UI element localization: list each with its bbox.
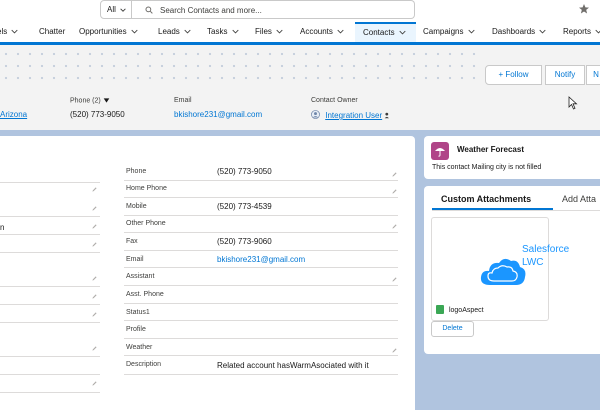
chevron-down-icon[interactable] <box>539 28 546 35</box>
field-label-description: Description <box>126 361 162 368</box>
field-label-mobile: Mobile <box>126 203 147 210</box>
nav-item-models[interactable]: els <box>0 22 19 42</box>
search-icon <box>145 6 153 14</box>
field-label-assistant: Assistant <box>126 273 155 280</box>
field-label-fax: Fax <box>126 238 138 245</box>
field-label-phone: Phone <box>126 168 147 175</box>
user-avatar-icon <box>311 110 320 119</box>
field-value-phone: (520) 773-9050 <box>217 167 272 176</box>
field-value-fax: (520) 773-9060 <box>217 237 272 246</box>
follow-button[interactable]: + Follow <box>485 65 542 85</box>
field-label-asst-phone: Asst. Phone <box>126 291 164 298</box>
field-label-email: Email <box>126 256 144 263</box>
umbrella-icon <box>431 142 449 160</box>
chevron-down-icon[interactable] <box>184 28 191 35</box>
record-details-card: n Phone (520) 773-9050 Home Phone Mobile… <box>0 136 415 410</box>
nav-item-files[interactable]: Files <box>255 22 283 42</box>
chevron-down-icon[interactable] <box>232 28 239 35</box>
chevron-down-icon[interactable] <box>276 28 283 35</box>
field-label-weather: Weather <box>126 344 153 351</box>
edit-pencil-icon[interactable] <box>92 344 97 351</box>
nav-item-opportunities[interactable]: Opportunities <box>79 22 138 42</box>
chevron-down-icon[interactable] <box>11 28 19 35</box>
field-value-description: Related account hasWarmAsociated with it <box>217 361 369 370</box>
mouse-cursor-icon <box>568 96 578 110</box>
highlight-email-value[interactable]: bkishore231@gmail.com <box>174 110 262 119</box>
weather-message: This contact Mailing city is not filled <box>432 164 542 171</box>
plus-icon: + <box>498 70 504 79</box>
nav-item-accounts[interactable]: Accounts <box>300 22 344 42</box>
field-label-profile: Profile <box>126 326 146 333</box>
nav-item-tasks[interactable]: Tasks <box>207 22 239 42</box>
field-label-status1: Status1 <box>126 309 150 316</box>
search-input[interactable] <box>160 3 400 17</box>
left-field-fragment: n <box>0 223 5 232</box>
edit-pencil-icon[interactable] <box>392 187 397 194</box>
nav-item-dashboards[interactable]: Dashboards <box>492 22 546 42</box>
file-type-icon <box>436 305 444 314</box>
file-name[interactable]: logoAspect <box>436 305 484 314</box>
nav-item-campaigns[interactable]: Campaigns <box>423 22 475 42</box>
edit-pencil-icon[interactable] <box>92 185 97 192</box>
header-pattern <box>0 48 480 83</box>
edit-pencil-icon[interactable] <box>92 379 97 386</box>
app-nav-bar: els Chatter Opportunities Leads Tasks Fi… <box>0 22 600 45</box>
edit-pencil-icon[interactable] <box>392 346 397 353</box>
chevron-down-icon[interactable] <box>595 28 600 35</box>
global-search[interactable] <box>132 0 415 19</box>
chevron-down-icon[interactable] <box>468 28 475 35</box>
nav-item-reports[interactable]: Reports <box>563 22 600 42</box>
logo-text-lwc: LWC <box>522 257 544 268</box>
edit-pencil-icon[interactable] <box>92 274 97 281</box>
more-actions-button[interactable]: N <box>586 65 600 85</box>
nav-item-contacts[interactable]: Contacts <box>355 22 416 42</box>
change-owner-icon[interactable] <box>384 112 391 119</box>
highlight-owner: Integration User <box>311 110 391 120</box>
nav-item-chatter[interactable]: Chatter <box>39 22 65 42</box>
search-scope-dropdown[interactable]: All <box>100 0 132 19</box>
edit-pencil-icon[interactable] <box>92 310 97 317</box>
tab-add-attachment[interactable]: Add Atta <box>562 194 596 204</box>
field-label-home-phone: Home Phone <box>126 185 167 192</box>
highlight-owner-label: Contact Owner <box>311 97 358 104</box>
weather-card-title: Weather Forecast <box>457 145 524 154</box>
favorites-star-icon[interactable] <box>578 3 590 15</box>
notify-button[interactable]: Notify <box>545 65 585 85</box>
highlight-account-value[interactable]: Arizona <box>0 110 27 119</box>
edit-pencil-icon[interactable] <box>92 222 97 229</box>
nav-item-leads[interactable]: Leads <box>158 22 191 42</box>
edit-pencil-icon[interactable] <box>92 292 97 299</box>
chevron-down-icon[interactable] <box>337 28 344 35</box>
search-scope-label: All <box>107 5 116 14</box>
caret-down-icon[interactable] <box>103 97 110 104</box>
tab-divider <box>432 210 600 211</box>
logo-text-salesforce: Salesforce <box>522 244 570 255</box>
field-value-mobile: (520) 773-4539 <box>217 202 272 211</box>
edit-pencil-icon[interactable] <box>92 240 97 247</box>
weather-forecast-card: Weather Forecast This contact Mailing ci… <box>424 136 600 179</box>
edit-pencil-icon[interactable] <box>392 170 397 177</box>
edit-pencil-icon[interactable] <box>92 204 97 211</box>
highlight-phone-value: (520) 773-9050 <box>70 110 125 119</box>
highlight-phone-label: Phone (2) <box>70 97 110 104</box>
field-value-email[interactable]: bkishore231@gmail.com <box>217 255 305 264</box>
chevron-down-icon <box>120 7 126 13</box>
owner-link[interactable]: Integration User <box>325 111 382 120</box>
highlight-email-label: Email <box>174 97 192 104</box>
delete-button[interactable]: Delete <box>431 321 474 337</box>
tab-custom-attachments[interactable]: Custom Attachments <box>441 194 531 204</box>
custom-attachments-card: Custom Attachments Add Atta Salesforce L… <box>424 186 600 354</box>
edit-pencil-icon[interactable] <box>392 222 397 229</box>
edit-pencil-icon[interactable] <box>392 275 397 282</box>
chevron-down-icon[interactable] <box>131 28 138 35</box>
global-header: All <box>0 0 600 22</box>
chevron-down-icon[interactable] <box>399 29 406 36</box>
field-label-other-phone: Other Phone <box>126 220 166 227</box>
